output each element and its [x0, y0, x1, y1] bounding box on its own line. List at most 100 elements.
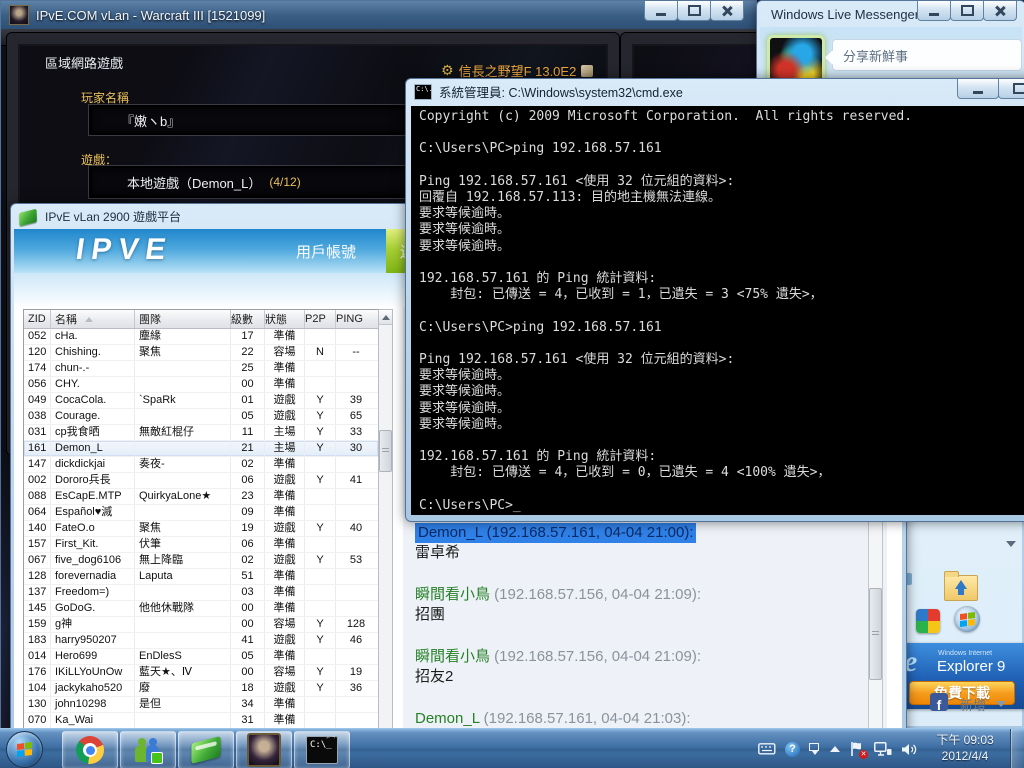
- keyboard-icon[interactable]: [758, 743, 776, 755]
- player-row[interactable]: 120Chishing.聚焦22容場N--: [24, 345, 378, 361]
- speaker-icon[interactable]: [901, 742, 918, 757]
- taskbar-warcraft3-button[interactable]: [236, 731, 292, 768]
- player-row[interactable]: 014Hero699EnDlesS05準備: [24, 649, 378, 665]
- chat-sender: Demon_L: [415, 710, 479, 727]
- cell: 031: [24, 425, 51, 440]
- player-row[interactable]: 038Courage.05遊戲Y65: [24, 409, 378, 425]
- player-row[interactable]: 159g神00容場Y128: [24, 617, 378, 633]
- minimize-button[interactable]: [644, 1, 678, 21]
- cell: 147: [24, 457, 51, 472]
- col-level[interactable]: 級數: [231, 310, 265, 328]
- cmd-titlebar[interactable]: 系統管理員: C:\Windows\system32\cmd.exe: [406, 79, 1024, 104]
- taskbar-clock[interactable]: 下午 09:03 2012/4/4: [922, 732, 1008, 764]
- show-hidden-icons[interactable]: [830, 746, 840, 752]
- player-row[interactable]: 128forevernadiaLaputa51準備: [24, 569, 378, 585]
- cell: FateO.o: [51, 521, 135, 536]
- col-p2p[interactable]: P2P: [305, 310, 336, 328]
- cell: [135, 377, 231, 392]
- console-line: C:\Users\PC>_: [419, 498, 1024, 514]
- add-service-label[interactable]: 新增: [960, 695, 986, 714]
- cell: 038: [24, 409, 51, 424]
- window-switch-icon[interactable]: [809, 743, 821, 755]
- maximize-button[interactable]: [950, 1, 984, 21]
- share-status-input[interactable]: 分享新鮮事: [832, 39, 1022, 71]
- cell: 53: [336, 553, 376, 568]
- scroll-up-button[interactable]: [379, 310, 392, 325]
- minimize-button[interactable]: [917, 1, 951, 21]
- cell: [336, 537, 376, 552]
- col-name[interactable]: 名稱: [51, 310, 135, 328]
- cell: 00: [231, 377, 265, 392]
- cell: [305, 601, 336, 616]
- player-name-input[interactable]: 『嫩ヽb』: [89, 105, 407, 135]
- player-row[interactable]: 104jackykaho520廢18遊戲Y36: [24, 681, 378, 697]
- player-row[interactable]: 052cHa.塵緣17準備: [24, 329, 378, 345]
- player-row[interactable]: 174chun-.-25準備: [24, 361, 378, 377]
- player-row[interactable]: 067five_dog6106無上降臨02遊戲Y53: [24, 553, 378, 569]
- player-row[interactable]: 056CHY.00準備: [24, 377, 378, 393]
- help-icon[interactable]: [785, 742, 800, 757]
- cell: 145: [24, 601, 51, 616]
- maximize-button[interactable]: [677, 1, 711, 21]
- network-icon[interactable]: [874, 742, 892, 757]
- player-row[interactable]: 145GoDoG.他他休戰隊00準備: [24, 601, 378, 617]
- table-scrollbar[interactable]: [378, 309, 393, 732]
- col-ping[interactable]: PING: [336, 310, 376, 328]
- player-row[interactable]: 137Freedom=)03準備: [24, 585, 378, 601]
- cell: 00: [231, 601, 265, 616]
- console-output: Copyright (c) 2009 Microsoft Corporation…: [411, 106, 1024, 515]
- folder-upload-icon[interactable]: [944, 575, 978, 601]
- taskbar-cmd-button[interactable]: [294, 731, 350, 768]
- player-row[interactable]: 064Español♥滅09準備: [24, 505, 378, 521]
- show-desktop-button[interactable]: [1010, 729, 1024, 768]
- sort-asc-icon: [85, 317, 93, 322]
- col-team[interactable]: 團隊: [135, 310, 231, 328]
- cell: 容場: [265, 345, 305, 360]
- close-button[interactable]: [983, 1, 1017, 21]
- chevron-down-icon[interactable]: [996, 701, 1006, 707]
- chat-scrollbar-thumb[interactable]: [869, 588, 882, 680]
- player-row[interactable]: 176IKiLLYoUnOw藍天★、Ⅳ00容場Y19: [24, 665, 378, 681]
- player-row[interactable]: 140FateO.o聚焦19遊戲Y40: [24, 521, 378, 537]
- start-button[interactable]: [6, 731, 43, 768]
- gear-icon: [441, 62, 454, 79]
- player-row[interactable]: 049CocaCola.`SpaRk01遊戲Y39: [24, 393, 378, 409]
- player-row[interactable]: 088EsCapE.MTPQuirkyaLone★23準備: [24, 489, 378, 505]
- chat-meta: (192.168.57.156, 04-04 21:09):: [490, 648, 701, 665]
- col-status[interactable]: 狀態: [265, 310, 305, 328]
- chat-sender: 瞬間看小鳥: [415, 648, 490, 665]
- messenger-titlebar[interactable]: Windows Live Messenger: [757, 1, 1024, 27]
- table-scrollbar-thumb[interactable]: [379, 430, 392, 472]
- console-line: 要求等候逾時。: [419, 401, 1024, 417]
- windows-logo-icon[interactable]: [954, 606, 980, 632]
- player-row[interactable]: 183harry95020741遊戲Y46: [24, 633, 378, 649]
- close-button[interactable]: [710, 1, 744, 21]
- col-zid[interactable]: ZID: [24, 310, 51, 328]
- cell: [336, 585, 376, 600]
- warcraft3-icon: [247, 733, 281, 767]
- cell: CocaCola.: [51, 393, 135, 408]
- taskbar-chrome-button[interactable]: [62, 731, 118, 768]
- maximize-button[interactable]: [998, 79, 1024, 99]
- player-row[interactable]: 002Dororo兵長06遊戲Y41: [24, 473, 378, 489]
- cell: Courage.: [51, 409, 135, 424]
- taskbar-messenger-button[interactable]: [120, 731, 176, 768]
- player-row[interactable]: 130john10298是但34準備: [24, 697, 378, 713]
- tab-account[interactable]: 用戶帳號: [296, 241, 356, 262]
- warcraft3-titlebar[interactable]: IPvE.COM vLan - Warcraft III [1521099]: [1, 1, 756, 29]
- player-row[interactable]: 070Ka_Wai31準備: [24, 713, 378, 729]
- chevron-down-icon[interactable]: [1006, 541, 1016, 547]
- player-row[interactable]: 161Demon_L21主場Y30: [24, 441, 378, 457]
- action-center-icon[interactable]: [849, 741, 865, 757]
- console-line: [419, 303, 1024, 319]
- player-row[interactable]: 031cp我食晒無敵紅棍仔11主場Y33: [24, 425, 378, 441]
- app-tile-icon[interactable]: [916, 609, 940, 633]
- taskbar-ipve-button[interactable]: [178, 731, 234, 768]
- minimize-button[interactable]: [957, 79, 999, 99]
- player-row[interactable]: 147dickdickjai奏夜-02準備: [24, 457, 378, 473]
- local-game-row[interactable]: 本地遊戲（Demon_L） (4/12): [89, 166, 413, 198]
- player-row[interactable]: 157First_Kit.伏筆06準備: [24, 537, 378, 553]
- cell: Y: [305, 425, 336, 440]
- cell: N: [305, 345, 336, 360]
- facebook-icon[interactable]: f: [930, 693, 948, 711]
